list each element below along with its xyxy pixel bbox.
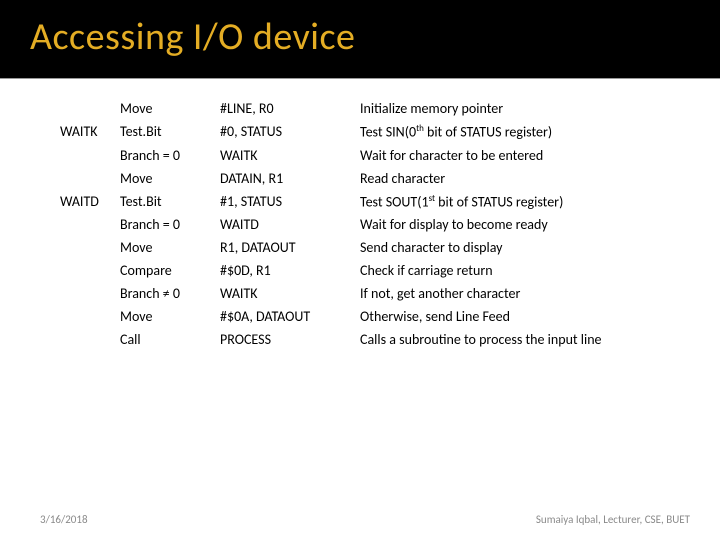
row-label: WAITK bbox=[60, 120, 120, 144]
table-row: Branch = 0WAITKWait for character to be … bbox=[60, 144, 700, 167]
row-comment: Wait for display to become ready bbox=[360, 213, 700, 236]
slide-title: Accessing I/O device bbox=[30, 14, 690, 60]
row-operand: WAITK bbox=[220, 282, 360, 305]
instruction-table: Move#LINE, R0Initialize memory pointerWA… bbox=[60, 97, 700, 351]
table-row: Move#LINE, R0Initialize memory pointer bbox=[60, 97, 700, 120]
table-row: Compare#$0D, R1Check if carriage return bbox=[60, 259, 700, 282]
row-operand: #LINE, R0 bbox=[220, 97, 360, 120]
row-label bbox=[60, 167, 120, 190]
row-comment: Send character to display bbox=[360, 236, 700, 259]
row-comment: If not, get another character bbox=[360, 282, 700, 305]
row-label bbox=[60, 213, 120, 236]
row-comment: Otherwise, send Line Feed bbox=[360, 305, 700, 328]
row-comment: Calls a subroutine to process the input … bbox=[360, 328, 700, 351]
content-area: Move#LINE, R0Initialize memory pointerWA… bbox=[0, 79, 720, 351]
footer-credit: Sumaiya Iqbal, Lecturer, CSE, BUET bbox=[536, 513, 690, 526]
row-label bbox=[60, 259, 120, 282]
table-row: CallPROCESSCalls a subroutine to process… bbox=[60, 328, 700, 351]
row-comment: Test SOUT(1st bit of STATUS register) bbox=[360, 190, 700, 214]
table-row: MoveDATAIN, R1Read character bbox=[60, 167, 700, 190]
row-operand: #0, STATUS bbox=[220, 120, 360, 144]
row-operand: R1, DATAOUT bbox=[220, 236, 360, 259]
row-comment: Read character bbox=[360, 167, 700, 190]
table-row: WAITDTest.Bit#1, STATUSTest SOUT(1st bit… bbox=[60, 190, 700, 214]
slide: Accessing I/O device Move#LINE, R0Initia… bbox=[0, 0, 720, 540]
row-instruction: Move bbox=[120, 167, 220, 190]
row-comment: Check if carriage return bbox=[360, 259, 700, 282]
row-instruction: Branch = 0 bbox=[120, 213, 220, 236]
row-label bbox=[60, 282, 120, 305]
row-label bbox=[60, 305, 120, 328]
row-instruction: Move bbox=[120, 97, 220, 120]
footer: 3/16/2018 Sumaiya Iqbal, Lecturer, CSE, … bbox=[0, 513, 720, 526]
row-label bbox=[60, 97, 120, 120]
row-instruction: Compare bbox=[120, 259, 220, 282]
row-operand: #$0A, DATAOUT bbox=[220, 305, 360, 328]
table-row: Move#$0A, DATAOUTOtherwise, send Line Fe… bbox=[60, 305, 700, 328]
row-label bbox=[60, 144, 120, 167]
table-row: WAITKTest.Bit#0, STATUSTest SIN(0th bit … bbox=[60, 120, 700, 144]
table-row: Branch ≠ 0WAITKIf not, get another chara… bbox=[60, 282, 700, 305]
title-block: Accessing I/O device bbox=[0, 0, 720, 79]
table-row: Branch = 0WAITDWait for display to becom… bbox=[60, 213, 700, 236]
row-instruction: Test.Bit bbox=[120, 120, 220, 144]
row-instruction: Branch = 0 bbox=[120, 144, 220, 167]
row-operand: WAITK bbox=[220, 144, 360, 167]
row-operand: WAITD bbox=[220, 213, 360, 236]
row-instruction: Branch ≠ 0 bbox=[120, 282, 220, 305]
row-comment: Initialize memory pointer bbox=[360, 97, 700, 120]
row-operand: PROCESS bbox=[220, 328, 360, 351]
row-operand: DATAIN, R1 bbox=[220, 167, 360, 190]
row-label bbox=[60, 236, 120, 259]
row-label bbox=[60, 328, 120, 351]
row-instruction: Test.Bit bbox=[120, 190, 220, 214]
table-row: MoveR1, DATAOUTSend character to display bbox=[60, 236, 700, 259]
row-label: WAITD bbox=[60, 190, 120, 214]
row-instruction: Call bbox=[120, 328, 220, 351]
row-comment: Test SIN(0th bit of STATUS register) bbox=[360, 120, 700, 144]
row-instruction: Move bbox=[120, 305, 220, 328]
row-operand: #1, STATUS bbox=[220, 190, 360, 214]
row-operand: #$0D, R1 bbox=[220, 259, 360, 282]
row-instruction: Move bbox=[120, 236, 220, 259]
row-comment: Wait for character to be entered bbox=[360, 144, 700, 167]
footer-date: 3/16/2018 bbox=[40, 513, 88, 526]
